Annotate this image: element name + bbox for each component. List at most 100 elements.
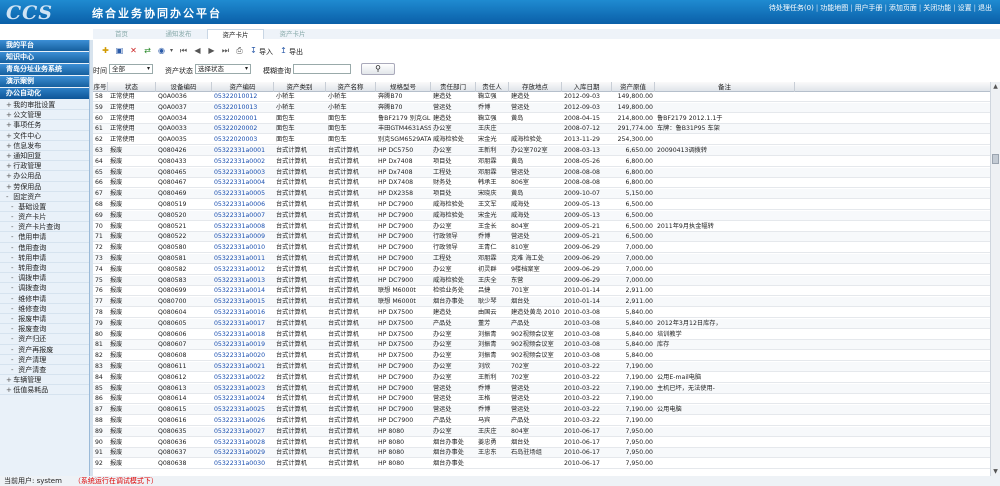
column-header[interactable]: 责任部门 <box>431 82 476 92</box>
table-row[interactable]: 78 报废 Q080604 05322331a0016 台式计算机 台式计算机 HP DX7… <box>93 308 990 318</box>
delete-icon[interactable]: ✕ <box>129 46 138 55</box>
sidebar-item[interactable]: - 资产清理 <box>0 355 89 365</box>
table-row[interactable]: 68 报废 Q080519 05322331a0006 台式计算机 台式计算机 HP DC7… <box>93 200 990 210</box>
scroll-thumb[interactable] <box>992 154 999 164</box>
column-header[interactable]: 资产原值 <box>612 82 655 92</box>
table-cell[interactable]: 05322331a0006 <box>212 200 274 210</box>
tab-item[interactable]: 首页 <box>93 29 150 39</box>
top-link[interactable]: 待处理任务(0) <box>769 4 814 12</box>
table-cell[interactable]: 05322020002 <box>212 124 274 134</box>
expand-icon[interactable]: + <box>6 100 12 110</box>
expand-icon[interactable]: + <box>6 375 12 385</box>
table-cell[interactable]: 05322331a0014 <box>212 286 274 296</box>
table-cell[interactable]: 05322331a0011 <box>212 254 274 264</box>
table-row[interactable]: 58 正常使用 Q0A0036 05322010012 小轿车 小轿车 奔腾B70 建造处 鞠立… <box>93 92 990 102</box>
sidebar-item[interactable]: - 借用查询 <box>0 243 89 253</box>
search-button[interactable]: ⚲ <box>361 63 395 75</box>
expand-icon[interactable]: + <box>6 110 12 120</box>
collapse-icon[interactable]: - <box>11 334 16 344</box>
table-cell[interactable]: 05322331a0024 <box>212 394 274 404</box>
table-cell[interactable]: 05322331a0023 <box>212 384 274 394</box>
top-link[interactable]: 用户手册 <box>855 4 883 12</box>
add-icon[interactable]: ✚ <box>101 46 110 55</box>
tab-item[interactable]: 通知发布 <box>150 29 207 39</box>
table-cell[interactable]: 05322331a0001 <box>212 146 274 156</box>
column-header[interactable]: 设备编码 <box>156 82 212 92</box>
table-row[interactable]: 77 报废 Q080700 05322331a0015 台式计算机 台式计算机 联想 M60… <box>93 297 990 308</box>
table-cell[interactable]: 05322020003 <box>212 135 274 145</box>
first-page-icon[interactable]: ⏮ <box>179 46 188 55</box>
collapse-icon[interactable]: - <box>11 345 16 355</box>
collapse-icon[interactable]: - <box>11 273 16 283</box>
table-row[interactable]: 75 报废 Q080583 05322331a0013 台式计算机 台式计算机 HP DC7… <box>93 275 990 286</box>
table-cell[interactable]: 05322331a0013 <box>212 276 274 286</box>
sidebar-section[interactable]: 办公自动化 <box>0 88 89 99</box>
expand-icon[interactable]: + <box>6 161 12 171</box>
refresh-icon[interactable]: ⇄ <box>143 46 152 55</box>
table-row[interactable]: 72 报废 Q080580 05322331a0010 台式计算机 台式计算机 HP DC7… <box>93 243 990 254</box>
table-cell[interactable]: 05322331a0009 <box>212 232 274 242</box>
table-row[interactable]: 59 正常使用 Q0A0037 05322010013 小轿车 小轿车 奔腾B70 营运处 乔博… <box>93 102 990 113</box>
tab-item[interactable]: 资产卡片 <box>207 29 264 39</box>
collapse-icon[interactable]: - <box>11 263 16 273</box>
collapse-icon[interactable]: - <box>11 253 16 263</box>
sidebar-item[interactable]: - 转用查询 <box>0 263 89 274</box>
sidebar-item[interactable]: - 资产卡片 <box>0 212 89 223</box>
top-link[interactable]: 退出 <box>978 4 992 12</box>
table-cell[interactable]: 05322331a0020 <box>212 351 274 361</box>
table-cell[interactable]: 05322331a0026 <box>212 416 274 426</box>
table-row[interactable]: 64 报废 Q080433 05322331a0002 台式计算机 台式计算机 HP Dx7… <box>93 157 990 167</box>
import-button[interactable]: 导入 <box>259 47 273 57</box>
import-icon[interactable]: ↧ <box>249 46 258 55</box>
binoculars-icon[interactable]: ◉ <box>157 46 166 55</box>
collapse-icon[interactable]: - <box>11 232 16 242</box>
table-cell[interactable]: 05322331a0017 <box>212 319 274 329</box>
table-row[interactable]: 66 报废 Q080467 05322331a0004 台式计算机 台式计算机 HP DX7… <box>93 178 990 189</box>
table-row[interactable]: 62 正常使用 Q0A0035 05322020003 面包车 面包车 别克SGM6529A… <box>93 135 990 146</box>
vertical-scrollbar[interactable]: ▲ ▼ <box>990 82 1000 476</box>
table-row[interactable]: 63 报废 Q080426 05322331a0001 台式计算机 台式计算机 HP DC5… <box>93 146 990 156</box>
sidebar-item[interactable]: + 车辆管理 <box>0 375 89 386</box>
table-cell[interactable]: 05322331a0027 <box>212 427 274 437</box>
top-link[interactable]: 添加页面 <box>889 4 917 12</box>
sidebar-item[interactable]: + 文件中心 <box>0 131 89 141</box>
sidebar-item[interactable]: - 借用申请 <box>0 232 89 243</box>
table-cell[interactable]: 05322331a0030 <box>212 459 274 469</box>
table-row[interactable]: 89 报废 Q080635 05322331a0027 台式计算机 台式计算机 HP 808… <box>93 426 990 437</box>
table-cell[interactable]: 05322020001 <box>212 114 274 124</box>
expand-icon[interactable]: + <box>6 141 12 151</box>
top-link[interactable]: 设置 <box>958 4 972 12</box>
table-row[interactable]: 88 报废 Q080616 05322331a0026 台式计算机 台式计算机 HP DC7… <box>93 416 990 426</box>
table-row[interactable]: 76 报废 Q080699 05322331a0014 台式计算机 台式计算机 联想 M60… <box>93 286 990 297</box>
collapse-icon[interactable]: - <box>11 222 16 232</box>
sidebar-item[interactable]: - 资产归还 <box>0 334 89 345</box>
table-row[interactable]: 82 报废 Q080608 05322331a0020 台式计算机 台式计算机 HP DX7… <box>93 351 990 362</box>
collapse-icon[interactable]: - <box>11 304 16 314</box>
sidebar-section[interactable]: 演示案例 <box>0 76 89 87</box>
column-header[interactable]: 备注 <box>655 82 795 92</box>
sidebar-item[interactable]: - 基础设置 <box>0 202 89 213</box>
table-row[interactable]: 74 报废 Q080582 05322331a0012 台式计算机 台式计算机 HP DC7… <box>93 265 990 275</box>
top-link[interactable]: 功能地图 <box>820 4 848 12</box>
sidebar-item[interactable]: + 事项任务 <box>0 120 89 131</box>
print-icon[interactable]: ⎙ <box>235 46 244 55</box>
table-cell[interactable]: 05322331a0004 <box>212 178 274 188</box>
sidebar-item[interactable]: - 维修申请 <box>0 294 89 304</box>
table-cell[interactable]: 05322331a0005 <box>212 189 274 199</box>
export-icon[interactable]: ↥ <box>279 46 288 55</box>
table-row[interactable]: 67 报废 Q080469 05322331a0005 台式计算机 台式计算机 HP DX2… <box>93 189 990 200</box>
expand-icon[interactable]: + <box>6 120 12 130</box>
sidebar-item[interactable]: - 资产清查 <box>0 365 89 376</box>
next-page-icon[interactable]: ▶ <box>207 46 216 55</box>
collapse-icon[interactable]: - <box>11 365 16 375</box>
table-cell[interactable]: 05322331a0029 <box>212 448 274 458</box>
sidebar-item[interactable]: + 低值易耗品 <box>0 385 89 396</box>
scroll-up-icon[interactable]: ▲ <box>991 82 1000 91</box>
save-icon[interactable]: ▣ <box>115 46 124 55</box>
table-row[interactable]: 80 报废 Q080606 05322331a0018 台式计算机 台式计算机 HP DX7… <box>93 330 990 340</box>
table-row[interactable]: 90 报废 Q080636 05322331a0028 台式计算机 台式计算机 HP 808… <box>93 438 990 448</box>
collapse-icon[interactable]: - <box>11 294 16 304</box>
sidebar-item[interactable]: - 资产再报废 <box>0 345 89 355</box>
expand-icon[interactable]: + <box>6 385 12 395</box>
sidebar-item[interactable]: + 通知回复 <box>0 151 89 162</box>
